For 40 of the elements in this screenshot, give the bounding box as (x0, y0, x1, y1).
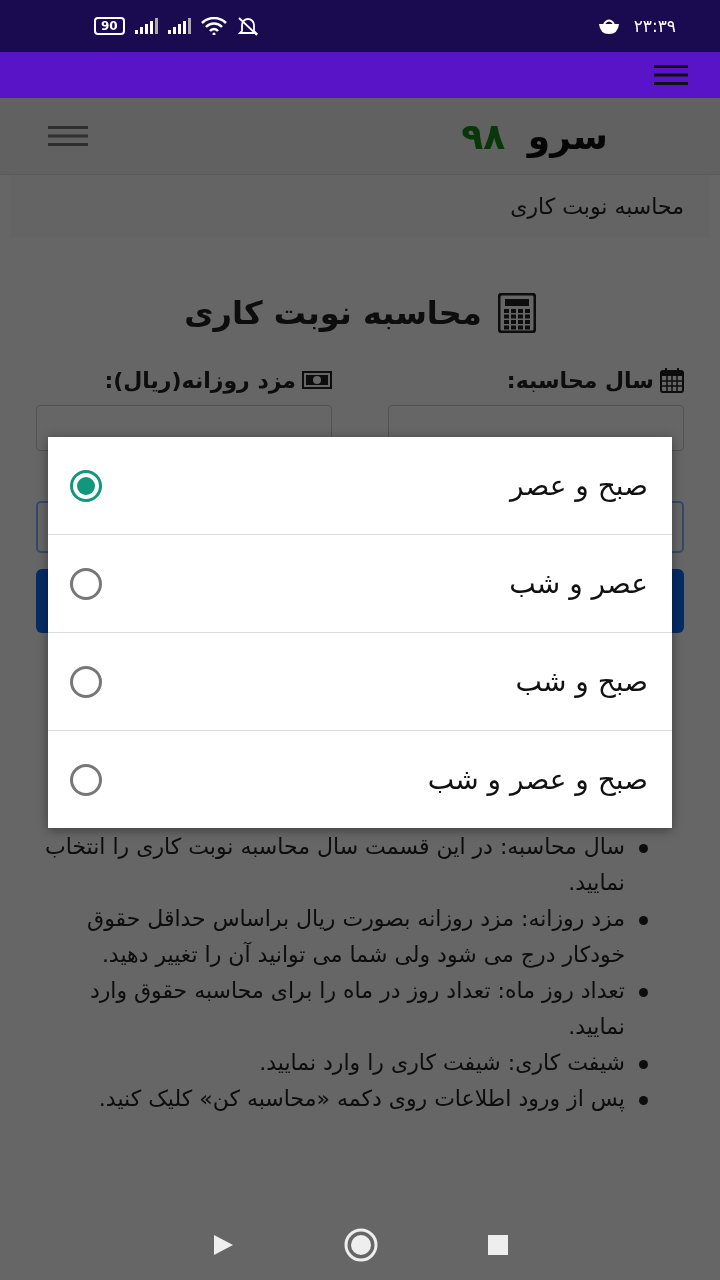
calendar-icon (660, 367, 684, 393)
help-text: مزد روزانه: مزد روزانه بصورت ریال براساس حداقل حقوق خودکار درج می شود ولی شما می توانید آن را تغییر دهید. (86, 905, 625, 970)
help-text: پس از ورود اطلاعات روی دکمه «محاسبه کن» کلیک کنید. (98, 1085, 625, 1114)
option-label: صبح و شب (515, 665, 648, 698)
calculator-icon (497, 293, 536, 333)
field-label: سال محاسبه: (506, 367, 654, 393)
option-row[interactable]: صبح و شب (48, 633, 672, 731)
bullet-icon (639, 1060, 648, 1069)
menu-icon[interactable] (48, 125, 88, 147)
option-label: صبح و عصر (509, 469, 648, 502)
option-row[interactable]: عصر و شب (48, 535, 672, 633)
banknote-icon (302, 370, 332, 390)
signal-icon (134, 18, 158, 34)
wifi-icon (200, 17, 227, 35)
signal-icon (167, 18, 191, 34)
bullet-icon (639, 916, 648, 925)
option-label: عصر و شب (509, 567, 648, 600)
page-title: محاسبه نوبت کاری (184, 294, 482, 332)
option-row[interactable]: صبح و عصر و شب (48, 731, 672, 828)
bullet-icon (639, 844, 648, 853)
breadcrumb-text: محاسبه نوبت کاری (510, 193, 684, 219)
option-row[interactable]: صبح و عصر (48, 437, 672, 535)
home-icon[interactable] (344, 1228, 378, 1262)
logo-text: سرو ۹۸ (461, 115, 608, 157)
radio-button[interactable] (70, 469, 102, 502)
radio-button[interactable] (70, 665, 102, 698)
help-text: شیفت کاری: شیفت کاری را وارد نمایید. (259, 1049, 625, 1077)
battery-indicator: 90 (94, 17, 125, 35)
back-icon[interactable] (212, 1234, 234, 1256)
help-text: سال محاسبه: در این قسمت سال محاسبه نوبت کاری را انتخاب نمایید. (43, 833, 625, 897)
basket-icon (597, 17, 620, 35)
radio-button[interactable] (70, 763, 102, 796)
field-label: مزد روزانه(ریال): (104, 367, 296, 393)
bullet-icon (639, 988, 648, 997)
bullet-icon (639, 1096, 648, 1105)
muted-bell-icon (236, 16, 259, 36)
option-label: صبح و عصر و شب (427, 763, 648, 796)
help-text: تعداد روز ماه: تعداد روز در ماه را برای محاسبه حقوق وارد نمایید. (88, 977, 625, 1041)
radio-button[interactable] (70, 567, 102, 600)
clock: ۲۳:۳۹ (633, 16, 676, 36)
